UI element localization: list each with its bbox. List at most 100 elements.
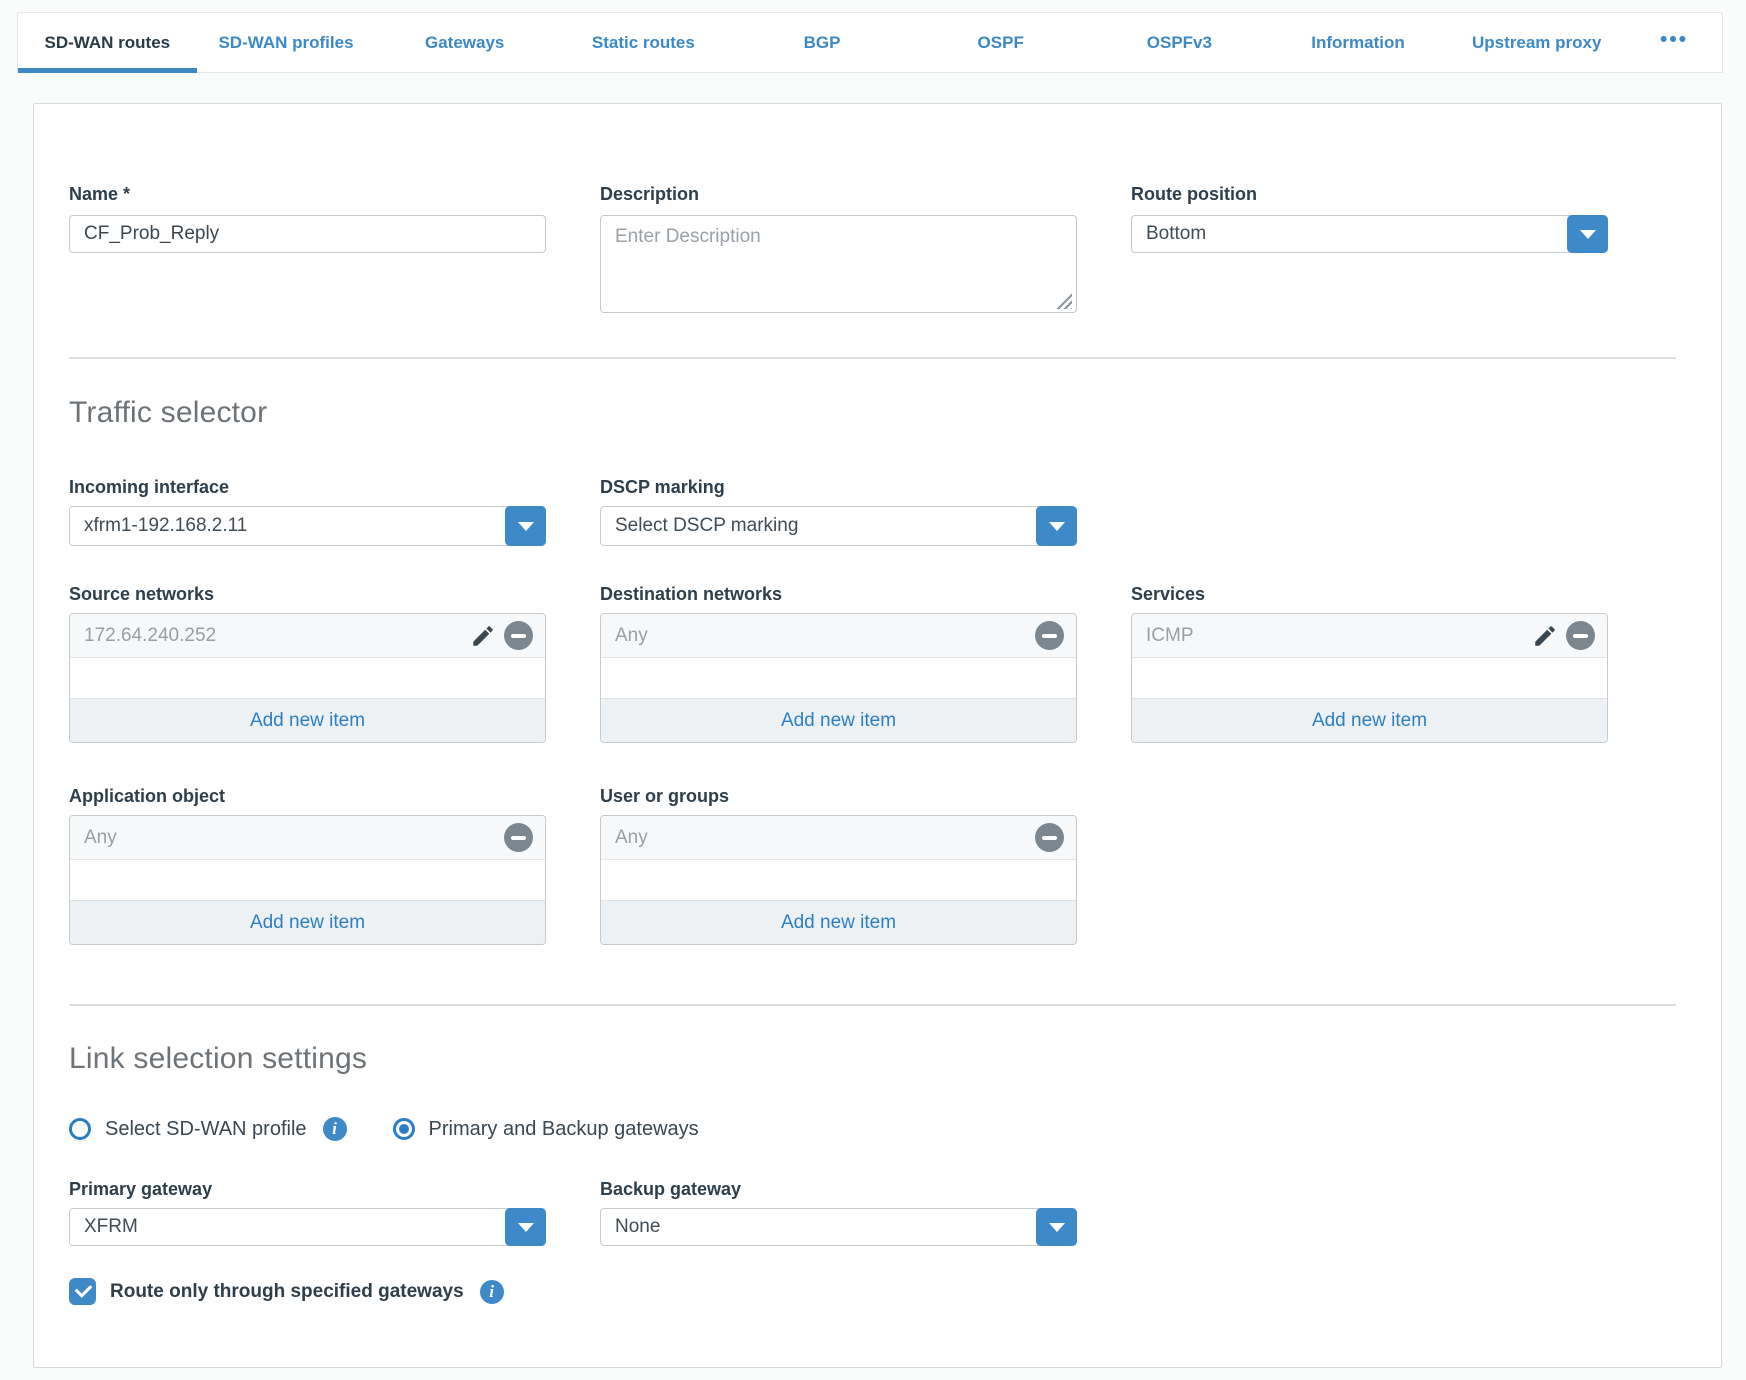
tab-sdwan-routes[interactable]: SD-WAN routes bbox=[18, 13, 197, 72]
remove-icon[interactable] bbox=[1566, 621, 1595, 650]
tab-information[interactable]: Information bbox=[1269, 13, 1448, 72]
more-tabs-button[interactable]: ••• bbox=[1626, 13, 1722, 72]
primary-gateway-field-group: Primary gateway XFRM bbox=[69, 1179, 546, 1246]
dscp-marking-select[interactable]: Select DSCP marking bbox=[600, 506, 1077, 546]
user-or-groups-label: User or groups bbox=[600, 786, 1077, 807]
user-or-groups-box: Any Add new item bbox=[600, 815, 1077, 945]
source-networks-label: Source networks bbox=[69, 584, 546, 605]
incoming-interface-field-group: Incoming interface xfrm1-192.168.2.11 bbox=[69, 477, 546, 546]
destination-networks-label: Destination networks bbox=[600, 584, 1077, 605]
tab-bgp[interactable]: BGP bbox=[733, 13, 912, 72]
add-new-item-button[interactable]: Add new item bbox=[1132, 698, 1607, 742]
backup-gateway-dropdown-button[interactable] bbox=[1036, 1208, 1077, 1246]
info-icon[interactable]: i bbox=[323, 1117, 347, 1141]
radio-select-sdwan-profile[interactable]: Select SD-WAN profile i bbox=[69, 1117, 347, 1141]
services-field-group: Services ICMP Add new item bbox=[1131, 584, 1608, 743]
primary-gateway-label: Primary gateway bbox=[69, 1179, 546, 1200]
edit-icon[interactable] bbox=[470, 623, 496, 649]
route-position-select[interactable]: Bottom bbox=[1131, 215, 1608, 253]
add-new-item-button[interactable]: Add new item bbox=[601, 698, 1076, 742]
list-item-text: Any bbox=[615, 625, 1035, 647]
link-selection-heading: Link selection settings bbox=[69, 1042, 1721, 1076]
edit-icon[interactable] bbox=[1532, 623, 1558, 649]
chevron-down-icon bbox=[518, 522, 534, 531]
list-item: ICMP bbox=[1132, 614, 1607, 658]
radio-primary-backup-gateways-label: Primary and Backup gateways bbox=[429, 1118, 699, 1141]
primary-gateway-value: XFRM bbox=[70, 1216, 505, 1238]
backup-gateway-select[interactable]: None bbox=[600, 1208, 1077, 1246]
backup-gateway-label: Backup gateway bbox=[600, 1179, 1077, 1200]
route-position-dropdown-button[interactable] bbox=[1567, 215, 1608, 253]
remove-icon[interactable] bbox=[504, 823, 533, 852]
tab-ospf[interactable]: OSPF bbox=[911, 13, 1090, 72]
application-object-box: Any Add new item bbox=[69, 815, 546, 945]
tab-sdwan-profiles[interactable]: SD-WAN profiles bbox=[197, 13, 376, 72]
list-item-text: ICMP bbox=[1146, 625, 1532, 647]
tab-upstream-proxy[interactable]: Upstream proxy bbox=[1447, 13, 1626, 72]
remove-icon[interactable] bbox=[504, 621, 533, 650]
name-label: Name * bbox=[69, 184, 546, 205]
list-item: Any bbox=[70, 816, 545, 860]
description-field-group: Description bbox=[600, 184, 1077, 318]
dscp-marking-label: DSCP marking bbox=[600, 477, 1077, 498]
application-object-label: Application object bbox=[69, 786, 546, 807]
list-item-text: Any bbox=[615, 827, 1035, 849]
list-item: Any bbox=[601, 816, 1076, 860]
primary-gateway-dropdown-button[interactable] bbox=[505, 1208, 546, 1246]
add-new-item-button[interactable]: Add new item bbox=[70, 698, 545, 742]
section-divider bbox=[69, 1004, 1676, 1006]
description-textarea[interactable] bbox=[600, 215, 1077, 313]
radio-primary-backup-gateways[interactable]: Primary and Backup gateways bbox=[393, 1118, 699, 1141]
radio-select-sdwan-profile-label: Select SD-WAN profile bbox=[105, 1118, 307, 1141]
dscp-marking-value: Select DSCP marking bbox=[601, 515, 1036, 537]
name-field-group: Name * bbox=[69, 184, 546, 318]
source-networks-box: 172.64.240.252 Add new item bbox=[69, 613, 546, 743]
list-item-text: Any bbox=[84, 827, 504, 849]
add-new-item-button[interactable]: Add new item bbox=[70, 900, 545, 944]
services-box: ICMP Add new item bbox=[1131, 613, 1608, 743]
destination-networks-box: Any Add new item bbox=[600, 613, 1077, 743]
primary-gateway-select[interactable]: XFRM bbox=[69, 1208, 546, 1246]
destination-networks-field-group: Destination networks Any Add new item bbox=[600, 584, 1077, 743]
route-position-label: Route position bbox=[1131, 184, 1608, 205]
more-tabs-icon: ••• bbox=[1660, 35, 1688, 45]
user-or-groups-field-group: User or groups Any Add new item bbox=[600, 786, 1077, 945]
backup-gateway-field-group: Backup gateway None bbox=[600, 1179, 1077, 1246]
tab-bar: SD-WAN routes SD-WAN profiles Gateways S… bbox=[17, 12, 1723, 73]
list-item: 172.64.240.252 bbox=[70, 614, 545, 658]
name-input[interactable] bbox=[69, 215, 546, 253]
chevron-down-icon bbox=[1580, 230, 1596, 239]
chevron-down-icon bbox=[1049, 522, 1065, 531]
radio-button-selected-icon[interactable] bbox=[393, 1118, 415, 1140]
services-label: Services bbox=[1131, 584, 1608, 605]
section-divider bbox=[69, 357, 1676, 359]
dscp-marking-field-group: DSCP marking Select DSCP marking bbox=[600, 477, 1077, 546]
source-networks-field-group: Source networks 172.64.240.252 Add new i… bbox=[69, 584, 546, 743]
incoming-interface-value: xfrm1-192.168.2.11 bbox=[70, 515, 505, 537]
incoming-interface-label: Incoming interface bbox=[69, 477, 546, 498]
route-only-checkbox-label: Route only through specified gateways bbox=[110, 1281, 464, 1303]
route-position-value: Bottom bbox=[1132, 223, 1567, 245]
radio-button-icon[interactable] bbox=[69, 1118, 91, 1140]
dscp-marking-dropdown-button[interactable] bbox=[1036, 506, 1077, 546]
incoming-interface-dropdown-button[interactable] bbox=[505, 506, 546, 546]
remove-icon[interactable] bbox=[1035, 823, 1064, 852]
required-asterisk: * bbox=[123, 184, 130, 204]
route-only-checkbox[interactable] bbox=[69, 1278, 96, 1305]
application-object-field-group: Application object Any Add new item bbox=[69, 786, 546, 945]
remove-icon[interactable] bbox=[1035, 621, 1064, 650]
sdwan-route-form-card: Name * Description Route position Bottom… bbox=[33, 103, 1722, 1368]
chevron-down-icon bbox=[518, 1223, 534, 1232]
list-item-text: 172.64.240.252 bbox=[84, 625, 470, 647]
tab-static-routes[interactable]: Static routes bbox=[554, 13, 733, 72]
description-label: Description bbox=[600, 184, 1077, 205]
route-position-field-group: Route position Bottom bbox=[1131, 184, 1608, 318]
traffic-selector-heading: Traffic selector bbox=[69, 396, 1721, 430]
add-new-item-button[interactable]: Add new item bbox=[601, 900, 1076, 944]
chevron-down-icon bbox=[1049, 1223, 1065, 1232]
list-item: Any bbox=[601, 614, 1076, 658]
tab-gateways[interactable]: Gateways bbox=[375, 13, 554, 72]
info-icon[interactable]: i bbox=[480, 1280, 504, 1304]
incoming-interface-select[interactable]: xfrm1-192.168.2.11 bbox=[69, 506, 546, 546]
tab-ospfv3[interactable]: OSPFv3 bbox=[1090, 13, 1269, 72]
